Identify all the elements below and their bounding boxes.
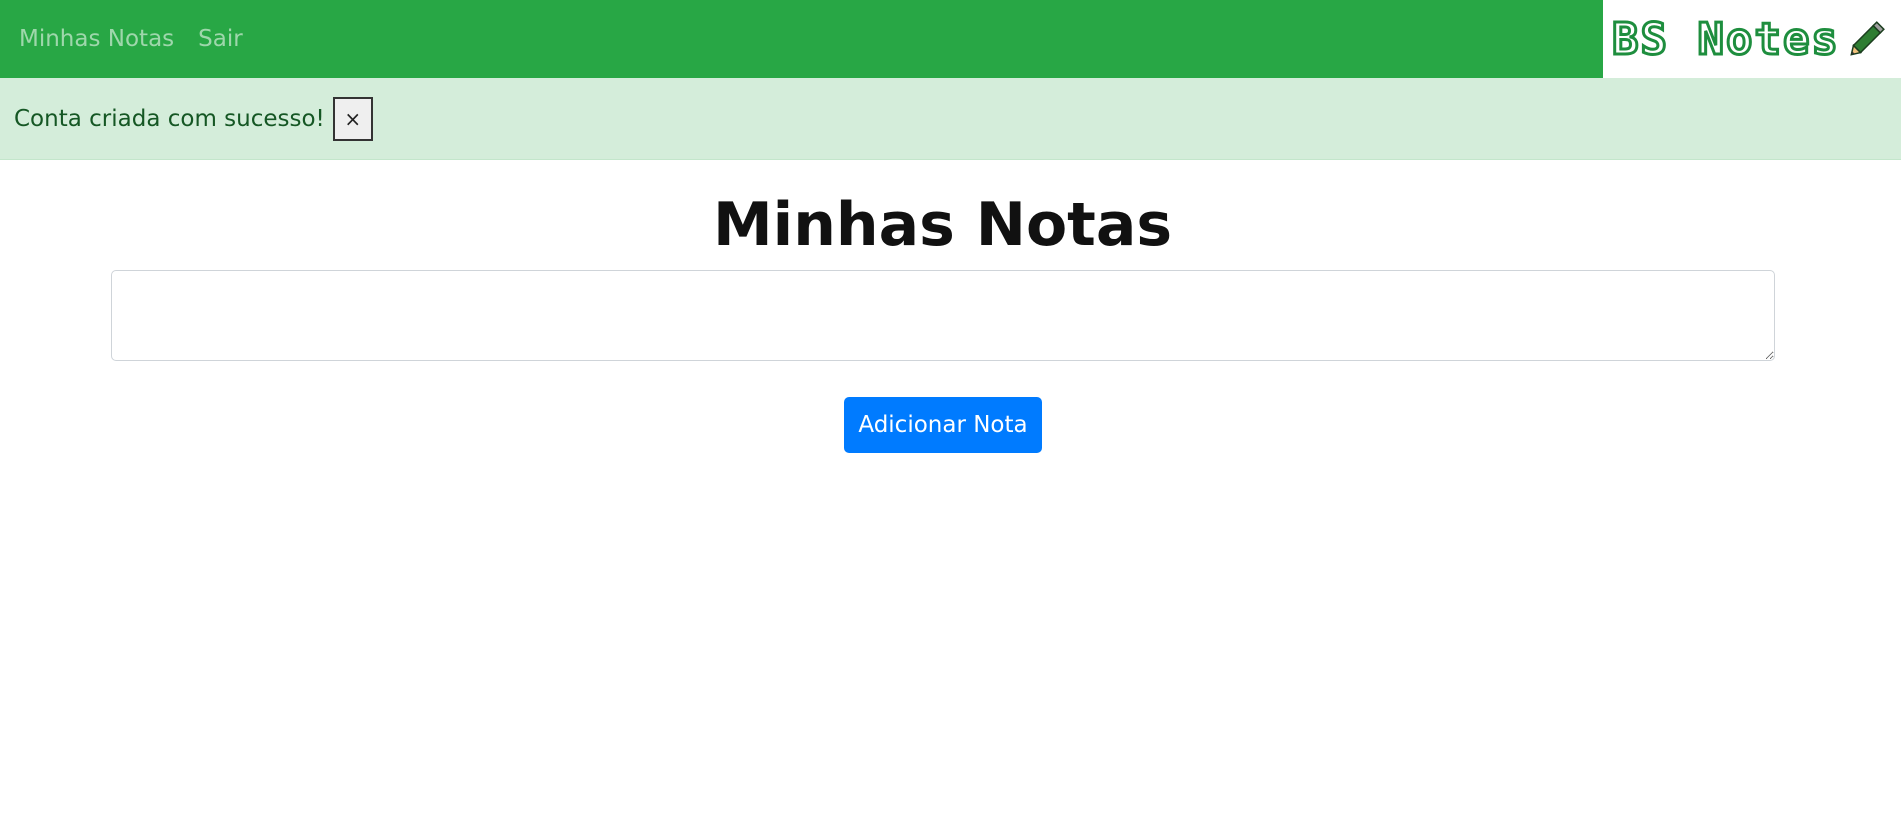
- nav-link-minhas-notas[interactable]: Minhas Notas: [19, 26, 174, 52]
- add-note-button[interactable]: Adicionar Nota: [844, 397, 1042, 453]
- navbar: Minhas Notas Sair BS Notes: [0, 0, 1901, 79]
- alert-message: Conta criada com sucesso!: [14, 105, 325, 132]
- note-input[interactable]: [111, 270, 1775, 361]
- pencil-icon: [1846, 14, 1892, 64]
- brand-text: BS Notes: [1611, 12, 1840, 66]
- page-title: Minhas Notas: [712, 190, 1173, 260]
- nav-links: Minhas Notas Sair: [19, 0, 243, 78]
- alert-close-button[interactable]: ×: [332, 96, 373, 141]
- success-alert: Conta criada com sucesso! ×: [0, 78, 1901, 160]
- brand-logo[interactable]: BS Notes: [1603, 0, 1901, 78]
- nav-link-sair[interactable]: Sair: [198, 26, 243, 52]
